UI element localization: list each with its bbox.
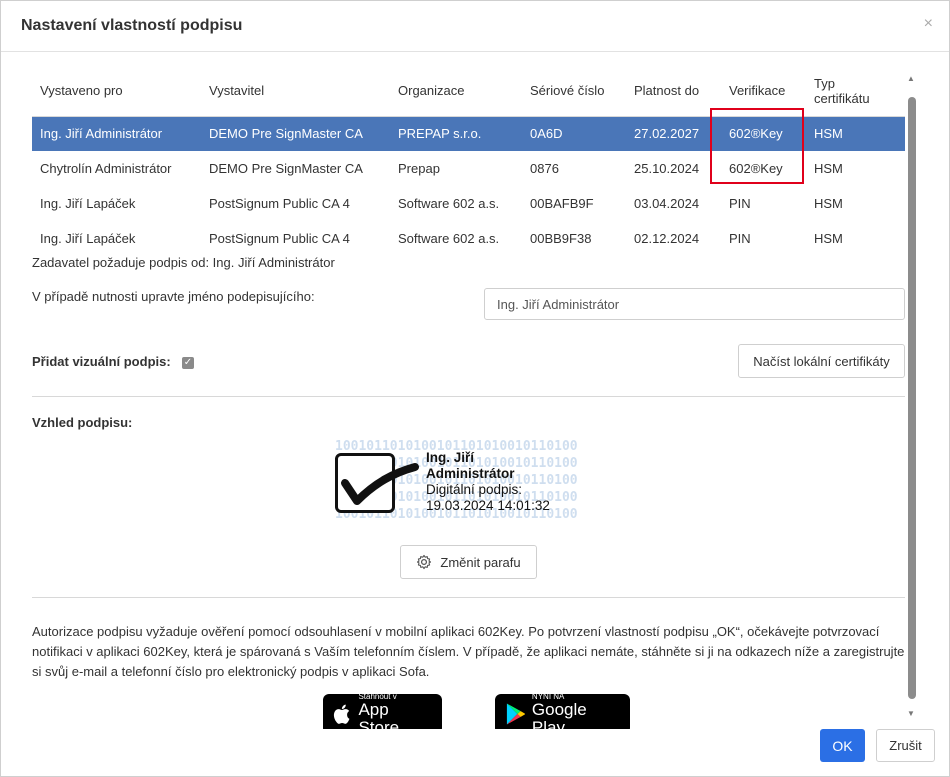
column-header-organization[interactable]: Organizace: [390, 66, 522, 117]
signature-text: Ing. Jiří Administrátor Digitální podpis…: [426, 450, 550, 514]
cell-cert-type: HSM: [806, 116, 905, 151]
cell-verification: 602®Key: [729, 161, 783, 176]
table-row[interactable]: Ing. Jiří Administrátor DEMO Pre SignMas…: [32, 116, 905, 151]
cell-issuer: DEMO Pre SignMaster CA: [201, 116, 390, 151]
cell-verification: PIN: [729, 231, 751, 246]
ok-button[interactable]: OK: [820, 729, 865, 762]
signer-name-input[interactable]: [484, 288, 905, 320]
cancel-button[interactable]: Zrušit: [876, 729, 935, 762]
signature-digital-label: Digitální podpis:: [426, 482, 523, 497]
table-header-row: Vystaveno pro Vystavitel Organizace Séri…: [32, 66, 905, 117]
cell-organization: Prepap: [398, 161, 440, 176]
cell-cert-type: HSM: [814, 196, 843, 211]
cell-issued-to: Ing. Jiří Lapáček: [40, 231, 136, 246]
appearance-label: Vzhled podpisu:: [32, 415, 133, 430]
section-divider: [32, 597, 905, 598]
gear-icon: [417, 554, 432, 570]
load-local-certificates-button[interactable]: Načíst lokální certifikáty: [738, 344, 905, 378]
requester-text: Zadavatel požaduje podpis od: Ing. Jiří …: [32, 255, 335, 270]
table-row[interactable]: Ing. Jiří Lapáček PostSignum Public CA 4…: [32, 186, 905, 221]
section-divider: [32, 396, 905, 397]
signature-check-icon: [335, 453, 419, 513]
visual-signature-label: Přidat vizuální podpis:: [32, 354, 171, 369]
cell-organization: Software 602 a.s.: [398, 196, 500, 211]
app-store-badge[interactable]: Stáhnout v App Store: [323, 692, 442, 729]
cell-verification: PIN: [729, 196, 751, 211]
authorization-info-text: Autorizace podpisu vyžaduje ověření pomo…: [32, 624, 905, 679]
cell-verification: 602®Key: [721, 116, 806, 151]
column-header-serial[interactable]: Sériové číslo: [522, 66, 626, 117]
cell-organization: Software 602 a.s.: [398, 231, 500, 246]
change-paraph-button[interactable]: Změnit parafu: [400, 545, 537, 579]
google-play-icon: [506, 703, 526, 725]
cell-valid-until: 25.10.2024: [634, 161, 700, 176]
cell-serial: 00BAFB9F: [530, 196, 594, 211]
column-header-verification[interactable]: Verifikace: [721, 66, 806, 117]
cell-organization: PREPAP s.r.o.: [390, 116, 522, 151]
table-row[interactable]: Chytrolín Administrátor DEMO Pre SignMas…: [32, 151, 905, 186]
certificate-table: Vystaveno pro Vystavitel Organizace Séri…: [32, 66, 905, 256]
signer-label: V případě nutnosti upravte jméno podepis…: [32, 289, 315, 304]
scroll-up-icon[interactable]: ▲: [907, 74, 915, 83]
table-row[interactable]: Ing. Jiří Lapáček PostSignum Public CA 4…: [32, 221, 905, 256]
scroll-down-icon[interactable]: ▼: [907, 709, 915, 718]
cert-type-header-line1: Typ: [814, 75, 835, 91]
column-header-cert-type[interactable]: Typ certifikátu: [806, 66, 905, 117]
cell-issued-to: Chytrolín Administrátor: [40, 161, 172, 176]
column-header-issued-to[interactable]: Vystaveno pro: [32, 66, 201, 117]
signature-preview: 1001011010100101101010010110100 10010110…: [335, 438, 605, 528]
column-header-valid-until[interactable]: Platnost do: [626, 66, 721, 117]
signature-name-line2: Administrátor: [426, 466, 515, 481]
cell-serial: 0A6D: [522, 116, 626, 151]
cell-cert-type: HSM: [814, 161, 843, 176]
dialog-title: Nastavení vlastností podpisu: [21, 17, 243, 34]
visual-signature-checkbox[interactable]: ✓: [182, 357, 194, 369]
app-store-big-text: App Store: [358, 699, 400, 729]
signature-properties-dialog: Nastavení vlastností podpisu × Vystaveno…: [0, 0, 950, 777]
google-play-big-text: Google Play: [531, 699, 587, 729]
cell-issued-to: Ing. Jiří Administrátor: [32, 116, 201, 151]
cell-serial: 0876: [530, 161, 559, 176]
cell-valid-until: 02.12.2024: [634, 231, 700, 246]
cell-issued-to: Ing. Jiří Lapáček: [40, 196, 136, 211]
content-scrollbar[interactable]: ▲ ▼: [906, 71, 918, 723]
cert-type-header-line2: certifikátu: [814, 90, 870, 106]
cell-issuer: PostSignum Public CA 4: [209, 196, 350, 211]
scrollbar-thumb[interactable]: [908, 97, 916, 699]
cell-cert-type: HSM: [814, 231, 843, 246]
cell-serial: 00BB9F38: [530, 231, 592, 246]
signature-datetime: 19.03.2024 14:01:32: [426, 498, 550, 513]
dialog-content: Vystaveno pro Vystavitel Organizace Séri…: [1, 52, 949, 729]
signature-name-line1: Ing. Jiří: [426, 450, 475, 465]
cell-valid-until: 03.04.2024: [634, 196, 700, 211]
cell-valid-until: 27.02.2027: [626, 116, 721, 151]
change-paraph-label: Změnit parafu: [440, 554, 521, 570]
column-header-issuer[interactable]: Vystavitel: [201, 66, 390, 117]
cell-issuer: PostSignum Public CA 4: [209, 231, 350, 246]
google-play-badge[interactable]: NYNÍ NA Google Play: [495, 692, 630, 729]
apple-icon: [333, 704, 350, 724]
cell-issuer: DEMO Pre SignMaster CA: [209, 161, 363, 176]
close-icon[interactable]: ×: [924, 15, 933, 33]
